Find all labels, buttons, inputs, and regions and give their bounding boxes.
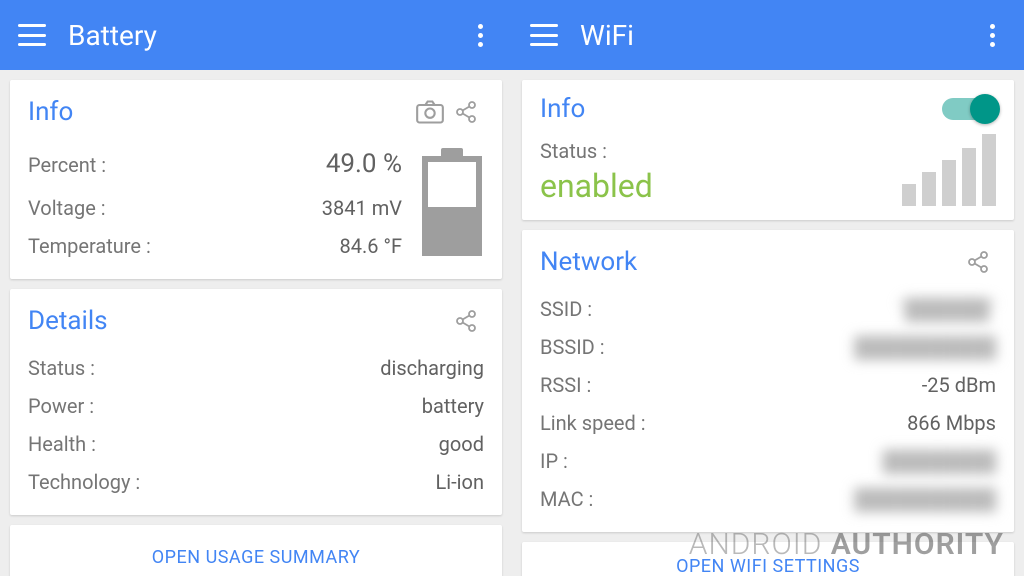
battery-info-card: Info Percent : 49.0 % Voltage : 3841 mV Te… <box>10 80 502 279</box>
menu-icon[interactable] <box>18 24 46 46</box>
wifi-status-label: Status : <box>540 135 902 167</box>
wifi-screen: WiFi Info Status : enabled <box>512 0 1024 576</box>
technology-label: Technology : <box>28 463 140 501</box>
link-speed-value: 866 Mbps <box>907 404 996 442</box>
signal-strength-icon <box>902 134 996 206</box>
rssi-value: -25 dBm <box>922 366 996 404</box>
card-title: Info <box>540 94 942 124</box>
battery-screen: Battery Info Percent : 49.0 % <box>0 0 512 576</box>
mac-value: ██████████ <box>854 480 996 518</box>
temperature-label: Temperature : <box>28 227 151 265</box>
link-speed-label: Link speed : <box>540 404 646 442</box>
ip-label: IP : <box>540 442 568 480</box>
battery-details-card: Details Status : discharging Power : batte… <box>10 289 502 515</box>
bssid-label: BSSID : <box>540 328 605 366</box>
rssi-label: RSSI : <box>540 366 591 404</box>
status-value: discharging <box>380 349 484 387</box>
open-wifi-settings-button[interactable]: OPEN WIFI SETTINGS <box>522 542 1014 576</box>
voltage-value: 3841 mV <box>322 189 402 227</box>
percent-label: Percent : <box>28 146 106 184</box>
menu-icon[interactable] <box>530 24 558 46</box>
card-title: Network <box>540 247 960 277</box>
status-label: Status : <box>28 349 95 387</box>
appbar: WiFi <box>512 0 1024 70</box>
power-label: Power : <box>28 387 94 425</box>
power-value: battery <box>422 387 484 425</box>
mac-label: MAC : <box>540 480 593 518</box>
voltage-label: Voltage : <box>28 189 106 227</box>
temperature-value: 84.6 °F <box>340 227 402 265</box>
health-value: good <box>439 425 484 463</box>
health-label: Health : <box>28 425 96 463</box>
page-title: WiFi <box>580 19 978 52</box>
wifi-status-value: enabled <box>540 167 902 205</box>
percent-value: 49.0 % <box>326 140 402 189</box>
open-usage-summary-button[interactable]: OPEN USAGE SUMMARY <box>10 525 502 576</box>
page-title: Battery <box>68 19 466 52</box>
wifi-info-card: Info Status : enabled <box>522 80 1014 220</box>
technology-value: Li-ion <box>436 463 484 501</box>
card-title: Details <box>28 306 448 336</box>
ip-value: ████████ <box>883 442 996 480</box>
battery-level-icon <box>420 148 484 258</box>
wifi-toggle[interactable] <box>942 98 996 120</box>
wifi-network-card: Network SSID :"██████" BSSID :██████████… <box>522 230 1014 532</box>
overflow-menu-icon[interactable] <box>466 21 494 49</box>
appbar: Battery <box>0 0 512 70</box>
share-icon[interactable] <box>448 303 484 339</box>
bssid-value: ██████████ <box>854 328 996 366</box>
ssid-label: SSID : <box>540 290 592 328</box>
ssid-value: "██████" <box>898 290 996 328</box>
share-icon[interactable] <box>448 94 484 130</box>
share-icon[interactable] <box>960 244 996 280</box>
camera-icon[interactable] <box>412 94 448 130</box>
card-title: Info <box>28 97 412 127</box>
overflow-menu-icon[interactable] <box>978 21 1006 49</box>
